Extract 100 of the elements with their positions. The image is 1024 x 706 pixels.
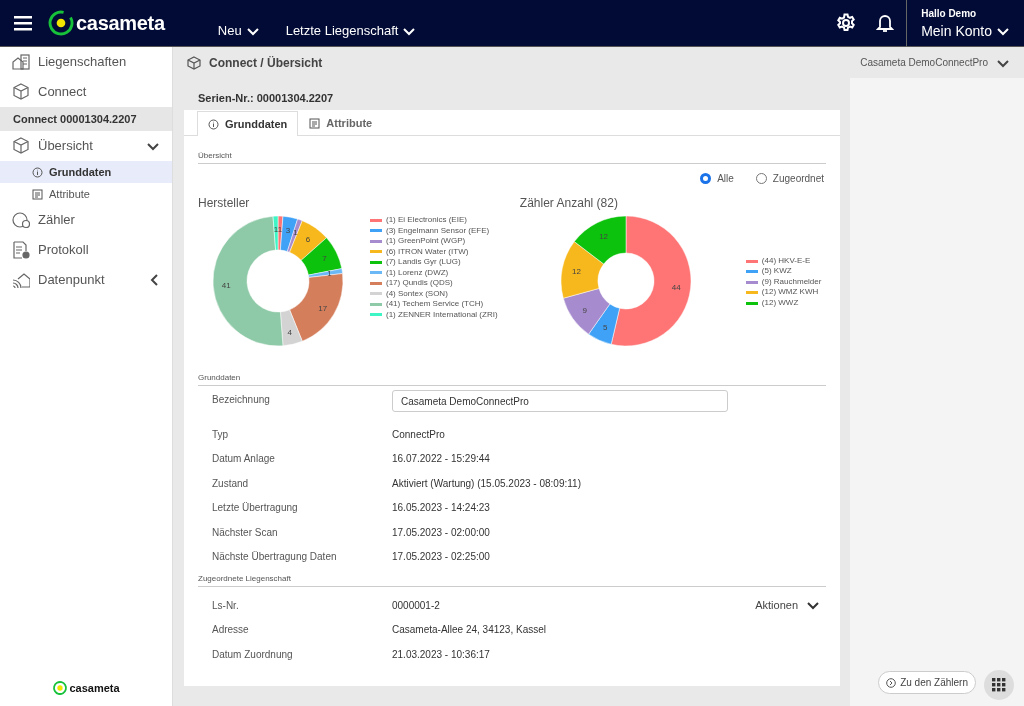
section-heading: Übersicht xyxy=(198,150,826,164)
legend-swatch xyxy=(745,280,758,284)
donut-slice xyxy=(560,241,604,299)
field-value: 21.03.2023 - 10:36:17 xyxy=(392,647,490,662)
breadcrumb: Connect / Übersicht xyxy=(209,54,324,72)
document-icon xyxy=(12,241,30,259)
slice-label: 5 xyxy=(602,323,608,333)
slice-label: 4 xyxy=(287,327,293,337)
slice-label: 1 xyxy=(327,269,332,279)
info-icon xyxy=(208,118,219,130)
legend-label: (5) KWZ xyxy=(761,266,792,277)
chart-title: Zähler Anzahl (82) xyxy=(519,195,619,212)
field-value: Casameta-Allee 24, 34123, Kassel xyxy=(392,623,546,638)
legend-swatch xyxy=(745,259,758,263)
field-label: Typ xyxy=(212,427,230,442)
sidebar-subitem[interactable]: Grunddaten xyxy=(0,161,172,183)
slice-label: 3 xyxy=(285,226,291,235)
slice-label: 1 xyxy=(277,225,283,234)
slice-label: 6 xyxy=(305,234,311,244)
logo-icon xyxy=(52,679,69,696)
input-field[interactable]: Casameta DemoConnectPro xyxy=(392,390,728,412)
section-heading: Grunddaten xyxy=(198,372,826,386)
sidebar-item[interactable]: Übersicht xyxy=(0,131,172,161)
slice-label: 17 xyxy=(318,303,328,313)
account-dropdown[interactable]: Mein Konto xyxy=(921,20,1010,42)
field-label: Letzte Übertragung xyxy=(212,501,299,516)
legend-swatch xyxy=(745,291,758,294)
menu-dropdown[interactable]: Neu xyxy=(211,4,266,42)
legend-label: (12) WMZ KWH xyxy=(761,287,819,298)
slice-label: 44 xyxy=(671,282,681,292)
menu-dropdown[interactable]: Letzte Liegenschaft xyxy=(279,4,423,42)
chevron-left-icon xyxy=(148,273,160,287)
chart-title: Hersteller xyxy=(198,195,251,212)
bell-icon[interactable] xyxy=(876,13,895,33)
legend-label: (44) HKV-E-E xyxy=(761,255,811,267)
chevron-down-icon xyxy=(146,140,160,152)
cube-icon xyxy=(187,55,201,70)
sidebar-item[interactable]: Liegenschaften xyxy=(0,47,172,77)
field-value: 17.05.2023 - 02:25:00 xyxy=(392,550,490,565)
cube-icon xyxy=(12,137,30,155)
radio-option[interactable]: Zugeordnet xyxy=(751,168,828,188)
legend-swatch xyxy=(370,281,382,285)
field-label: Ls-Nr. xyxy=(212,598,240,613)
field-label: Nächste Übertragung Daten xyxy=(212,550,338,565)
brand-name: casameta xyxy=(69,680,120,696)
legend-label: (1) Lorenz (DWZ) xyxy=(386,267,449,278)
radio-option[interactable]: Alle xyxy=(696,168,738,188)
legend-label: (6) ITRON Water (ITW) xyxy=(386,246,469,257)
legend-swatch xyxy=(370,313,382,317)
slice-label: 7 xyxy=(322,253,327,263)
meter-icon xyxy=(12,211,30,229)
field-value: ConnectPro xyxy=(392,427,445,442)
card-title: Serien-Nr.: 00001304.2207 xyxy=(184,86,840,110)
apps-button[interactable] xyxy=(984,670,1014,700)
legend-label: (17) Qundis (QDS) xyxy=(386,278,453,289)
navigate-button[interactable]: Zu den Zählern xyxy=(878,671,976,694)
sidebar-item[interactable]: Datenpunkt xyxy=(0,265,172,295)
slice-label: 41 xyxy=(221,281,231,290)
slice-label: 1 xyxy=(293,228,298,238)
settings-icon[interactable] xyxy=(836,13,857,33)
field-value: 16.07.2022 - 15:29:44 xyxy=(392,452,490,467)
legend-label: (7) Landis Gyr (LUG) xyxy=(386,257,461,268)
list-icon xyxy=(309,118,321,129)
sidebar-item[interactable]: Protokoll xyxy=(0,235,172,265)
field-value: 16.05.2023 - 14:24:23 xyxy=(392,501,490,516)
legend-swatch xyxy=(370,302,382,306)
slice-label: 9 xyxy=(582,306,587,316)
sidebar-item[interactable]: Zähler xyxy=(0,205,172,235)
tab[interactable]: Attribute xyxy=(298,111,384,135)
device-dropdown[interactable]: Casameta DemoConnectPro xyxy=(860,55,1010,70)
field-label: Bezeichnung xyxy=(212,393,271,407)
legend-swatch xyxy=(745,301,758,305)
legend-swatch xyxy=(370,250,382,254)
field-value: Aktiviert (Wartung) (15.05.2023 - 08:09:11) xyxy=(392,476,581,491)
field-label: Datum Zuordnung xyxy=(212,647,294,662)
sidebar-item[interactable]: Connect xyxy=(0,77,172,107)
field-label: Zustand xyxy=(212,476,250,491)
info-icon xyxy=(32,166,43,178)
section-heading: Zugeordnete Liegenschaft xyxy=(198,573,826,587)
logo-icon xyxy=(48,10,74,36)
house-signal-icon xyxy=(12,271,30,289)
legend-swatch xyxy=(370,239,382,243)
legend-label: (9) Rauchmelder xyxy=(761,276,822,288)
slice-label: 1 xyxy=(273,225,279,234)
tab[interactable]: Grunddaten xyxy=(197,111,299,136)
legend-label: (1) ZENNER International (ZRI) xyxy=(386,309,498,320)
legend-label: (4) Sontex (SON) xyxy=(386,288,448,299)
list-icon xyxy=(32,188,43,200)
legend-label: (3) Engelmann Sensor (EFE) xyxy=(386,225,490,236)
field-value: 0000001-2 xyxy=(392,598,440,613)
sidebar-subitem[interactable]: Attribute xyxy=(0,183,172,205)
menu-icon[interactable] xyxy=(14,15,32,31)
legend-label: (41) Techem Service (TCH) xyxy=(386,299,484,310)
legend-swatch xyxy=(745,270,758,273)
slice-label: 12 xyxy=(571,267,581,277)
legend-swatch xyxy=(370,260,382,264)
legend-label: (1) Ei Electronics (EIE) xyxy=(386,215,467,226)
legend-label: (1) GreenPoint (WGP) xyxy=(386,236,466,247)
field-label: Nächster Scan xyxy=(212,525,279,540)
actions-dropdown[interactable]: Aktionen xyxy=(749,596,826,615)
